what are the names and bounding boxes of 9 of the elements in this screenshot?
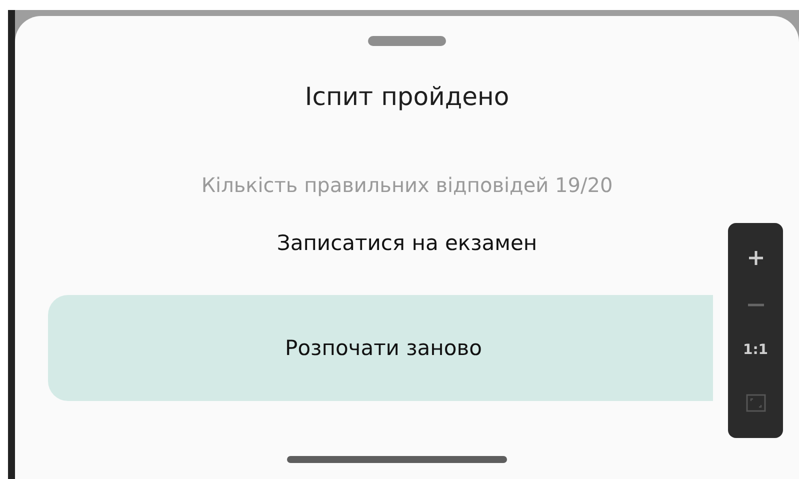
fit-screen-icon[interactable] bbox=[746, 394, 766, 412]
zoom-out-icon[interactable] bbox=[746, 302, 764, 307]
actual-size-button[interactable]: 1:1 bbox=[742, 342, 768, 358]
restart-button[interactable]: Розпочати заново bbox=[48, 295, 713, 401]
drag-handle[interactable] bbox=[368, 36, 446, 46]
sheet-title: Іспит пройдено bbox=[304, 82, 510, 111]
exam-link[interactable]: Записатися на екзамен bbox=[276, 231, 538, 255]
result-text: Кількість правильних відповідей 19/20 bbox=[201, 173, 613, 197]
zoom-in-icon[interactable] bbox=[746, 248, 764, 267]
